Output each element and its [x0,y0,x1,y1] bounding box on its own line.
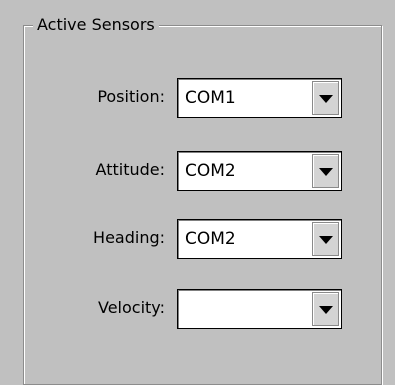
velocity-row: Velocity: [0,289,395,329]
heading-dropdown[interactable]: COM2 [177,219,342,259]
attitude-dropdown[interactable]: COM2 [177,151,342,191]
chevron-down-icon [319,168,333,176]
chevron-down-icon [319,236,333,244]
heading-dropdown-value: COM2 [185,229,236,249]
attitude-row: Attitude: COM2 [0,151,395,191]
velocity-dropdown-button[interactable] [312,292,339,326]
groupbox-title: Active Sensors [33,14,159,36]
velocity-dropdown[interactable] [177,289,342,329]
attitude-label: Attitude: [95,160,165,179]
chevron-down-icon [319,306,333,314]
attitude-dropdown-value: COM2 [185,161,236,181]
heading-row: Heading: COM2 [0,219,395,259]
position-row: Position: COM1 [0,78,395,118]
heading-label: Heading: [93,228,165,247]
position-dropdown-button[interactable] [312,81,339,115]
attitude-dropdown-button[interactable] [312,154,339,188]
position-label: Position: [97,87,165,106]
position-dropdown[interactable]: COM1 [177,78,342,118]
heading-dropdown-button[interactable] [312,222,339,256]
position-dropdown-value: COM1 [185,88,236,108]
chevron-down-icon [319,95,333,103]
velocity-label: Velocity: [98,298,165,317]
